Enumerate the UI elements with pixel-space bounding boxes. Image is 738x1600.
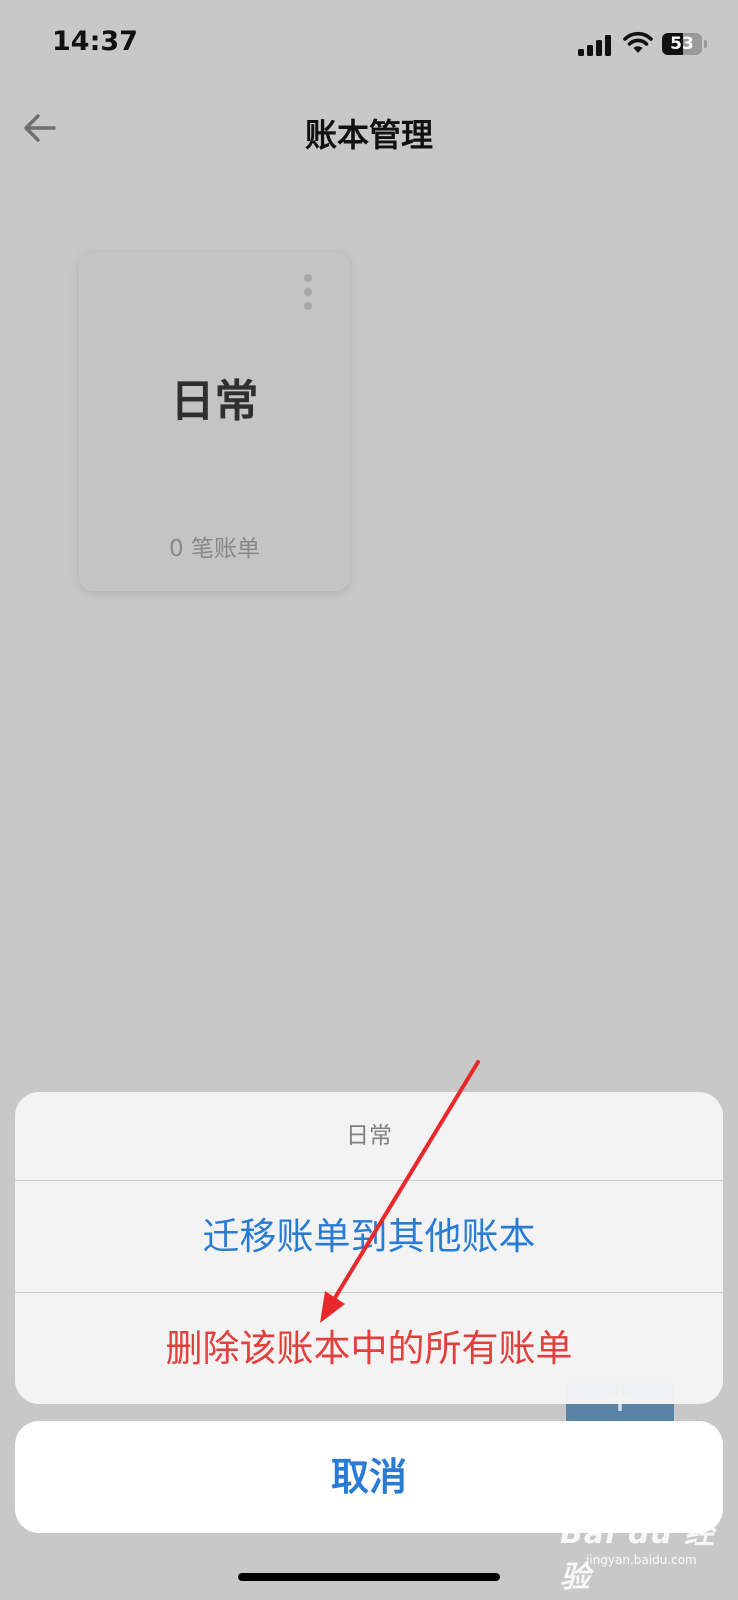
watermark-site: jingyan.baidu.com	[586, 1553, 697, 1567]
status-time: 14:37	[52, 26, 138, 57]
signal-icon	[578, 35, 611, 56]
nav-bar: 账本管理	[0, 90, 738, 170]
page-title: 账本管理	[304, 116, 433, 154]
status-bar: 14:37 53	[0, 0, 738, 90]
account-book-name: 日常	[170, 376, 259, 427]
battery-percent: 53	[670, 34, 694, 54]
wifi-icon	[623, 31, 653, 53]
battery-cap	[704, 40, 707, 48]
bill-count: 0 笔账单	[169, 536, 260, 562]
watermark-logo: Bai du 经验	[560, 1516, 716, 1595]
delete-all-bills-button[interactable]: 删除该账本中的所有账单	[15, 1293, 723, 1404]
more-vertical-icon[interactable]	[301, 272, 315, 312]
account-book-card[interactable]: 日常 0 笔账单	[79, 252, 350, 591]
action-sheet: 日常 迁移账单到其他账本 删除该账本中的所有账单	[15, 1092, 723, 1404]
battery-icon: 53	[662, 33, 702, 55]
move-bills-button[interactable]: 迁移账单到其他账本	[15, 1181, 723, 1293]
home-indicator	[238, 1573, 500, 1581]
action-sheet-title: 日常	[346, 1123, 392, 1149]
